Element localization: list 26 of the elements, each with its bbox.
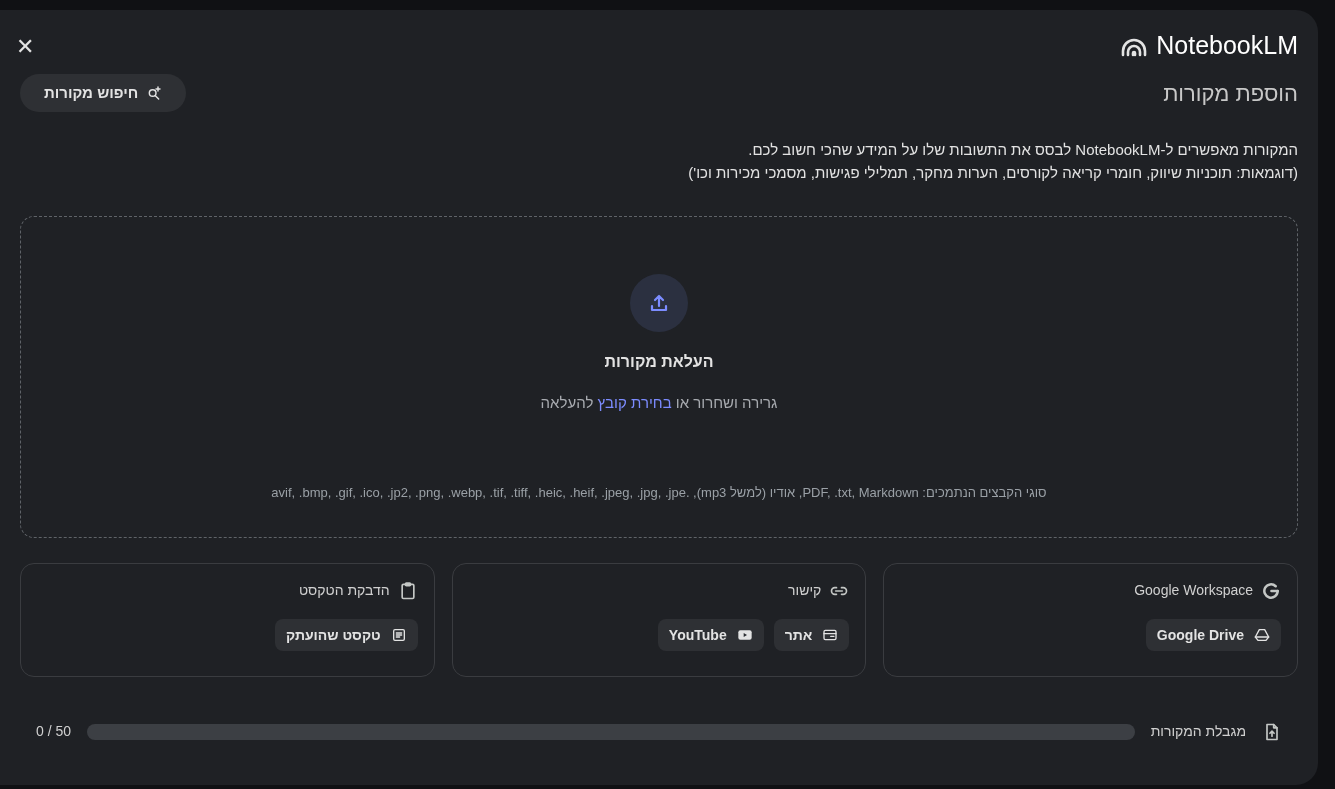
source-chip-button[interactable]: YouTube [657, 619, 764, 651]
triangle-icon [1254, 627, 1270, 643]
card-title: הדבקת הטקסט [298, 581, 390, 600]
source-count: 0 / 50 [36, 722, 72, 741]
description-text: (דוגמאות: תוכניות שיווק, חומרי קריאה לקורסים, הערות מחקר, תמלילי פגישות, מסמכי מכירות וכו') [687, 163, 1298, 183]
source-chip-button[interactable]: אתר [773, 619, 850, 651]
upload-hint: גרירה ושחרור או בחירת קובץ להעלאה [540, 393, 778, 413]
play-icon [736, 627, 753, 643]
google-g-icon [1261, 580, 1281, 601]
source-limit-label: מגבלת המקורות [1150, 722, 1246, 741]
browser-window-icon [822, 627, 839, 643]
search-sources-button[interactable]: חיפוש מקורות [20, 74, 187, 112]
dialog-title: הוספת מקורות [1163, 79, 1298, 108]
card-title: קישור [788, 581, 822, 600]
document-icon [390, 627, 407, 643]
card-title: Google Workspace [1134, 581, 1253, 600]
close-button[interactable]: ✕ [10, 31, 40, 61]
upload-title: העלאת מקורות [604, 352, 714, 372]
description-text: המקורות מאפשרים ל-NotebookLM לבסס את התשובות שלו על המידע שהכי חשוב לכם. [747, 140, 1298, 160]
sparkle-search-icon [146, 85, 163, 101]
source-chip-button[interactable]: Google Drive [1145, 619, 1281, 651]
supported-file-types: סוגי הקבצים הנתמכים: PDF, .txt, Markdown, אודיו (למשל mp3), .avif, .bmp, .gif, .ico, .jp2, .png, .webp, .tif, .tiff, .heic, .heif, .jpeg, .jpg, .jpe [271, 483, 1047, 502]
upload-dropzone[interactable]: העלאת מקורות גרירה ושחרור או בחירת קובץ להעלאה סוגי הקבצים הנתמכים: PDF, .txt, Markdown, אודיו (למשל mp3), .avif, .bmp, .gif, .ico, .jp2, .png, .webp, .tif, .tiff, .heic, .heif, .jpeg, .jpg, .jpe [20, 216, 1298, 538]
choose-file-link[interactable]: בחירת קובץ [597, 394, 672, 411]
logo-text: NotebookLM [1156, 30, 1298, 62]
source-chip-button[interactable]: טקסט שהועתק [275, 619, 418, 651]
